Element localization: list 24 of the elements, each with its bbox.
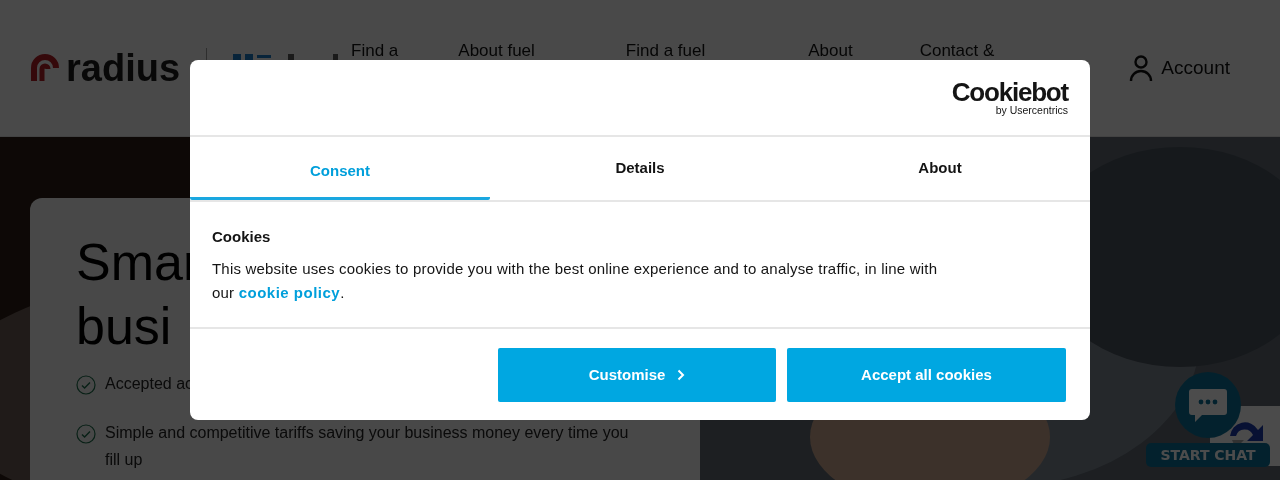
logo-tagline: by Usercentrics	[995, 103, 1068, 116]
check-circle-icon	[76, 424, 96, 444]
nav-link[interactable]: About	[808, 42, 853, 59]
cookie-policy-link[interactable]: cookie policy	[238, 284, 341, 301]
hero-headline: busi	[76, 296, 172, 357]
radius-logo-icon	[30, 53, 60, 83]
customise-button[interactable]: Customise	[498, 347, 776, 402]
check-circle-icon	[76, 375, 96, 395]
start-chat-button[interactable]: START CHAT	[1146, 443, 1270, 467]
feature-text: Simple and competitive tariffs saving your business money every time you fill up	[105, 423, 630, 470]
account-link[interactable]: Account	[1129, 54, 1230, 82]
nav-link[interactable]: About fuel	[458, 42, 535, 59]
chat-bubble-icon	[1188, 387, 1228, 423]
nav-link[interactable]: Find a fuel	[625, 42, 706, 59]
nav-link[interactable]: Contact &	[919, 42, 995, 59]
nav-link[interactable]: Find a	[351, 42, 399, 59]
accept-all-button[interactable]: Accept all cookies	[787, 347, 1066, 402]
chevron-right-icon	[677, 368, 686, 381]
brand-logo[interactable]: radius	[66, 48, 181, 88]
user-icon	[1129, 54, 1154, 82]
consent-text: This website uses cookies to provide you with the best online experience and to analyse traffic, in line with our cookie policy.	[212, 259, 939, 303]
hero-headline: Smar	[76, 232, 201, 293]
logo-wordmark: Cookiebot	[951, 79, 1068, 104]
section-heading: Cookies	[212, 228, 272, 245]
